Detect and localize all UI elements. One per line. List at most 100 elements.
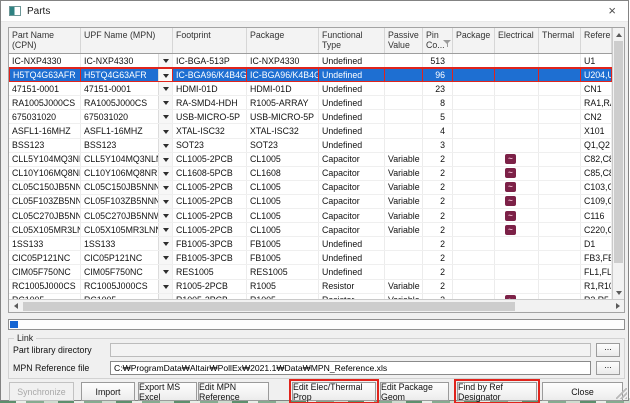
synchronize-button[interactable]: Synchronize: [9, 382, 74, 401]
column-header-cpn[interactable]: Part Name (CPN): [9, 28, 81, 53]
window-title: Parts: [27, 6, 50, 17]
cell-package: IC-BGA96/K4B4G16: [247, 69, 319, 81]
table-row[interactable]: CLL5Y104MQ3NLNCCLL5Y104MQ3NLNCCL1005-2PC…: [9, 153, 612, 167]
cell-passive: [385, 82, 423, 95]
mpn-dropdown-icon[interactable]: [158, 251, 172, 264]
horizontal-scrollbar[interactable]: [9, 299, 624, 312]
cell-pins: 4: [423, 124, 453, 137]
mpn-dropdown-icon[interactable]: [158, 294, 172, 299]
table-row[interactable]: CIC05P121NCCIC05P121NCFB1005-3PCBFB1005U…: [9, 251, 612, 265]
table-row[interactable]: ASFL1-16MHZASFL1-16MHZXTAL-ISC32XTAL-ISC…: [9, 124, 612, 138]
filter-icon[interactable]: [443, 40, 451, 48]
mpn-dropdown-icon[interactable]: [158, 265, 172, 278]
electrical-property-icon[interactable]: ~: [505, 168, 516, 178]
column-header-refs[interactable]: Referen: [581, 28, 612, 53]
cell-thermal: [539, 265, 581, 278]
column-header-package2[interactable]: Package: [453, 28, 495, 53]
scroll-down-icon[interactable]: [613, 287, 624, 299]
horizontal-scrollbar-thumb[interactable]: [23, 302, 515, 311]
electrical-property-icon[interactable]: ~: [505, 211, 516, 221]
resize-grip-icon[interactable]: [616, 388, 627, 399]
table-row[interactable]: 1SS1331SS133FB1005-3PCBFB1005Undefined2D…: [9, 237, 612, 251]
electrical-property-icon[interactable]: ~: [505, 182, 516, 192]
table-row-selected[interactable]: H5TQ4G63AFRH5TQ4G63AFRIC-BGA96/K4B4G16IC…: [9, 68, 612, 82]
mpn-dropdown-icon[interactable]: [158, 96, 172, 109]
table-row[interactable]: RC1005J000CSRC1005J000CSR1005-2PCBR1005R…: [9, 280, 612, 294]
cell-package: CL1005: [247, 195, 319, 208]
table-row[interactable]: CL05C270JB5NNWCCL05C270JB5NNWCCL1005-2PC…: [9, 209, 612, 223]
column-header-electrical[interactable]: Electrical: [495, 28, 539, 53]
mpn-dropdown-icon[interactable]: [158, 181, 172, 194]
mpn-dropdown-icon[interactable]: [158, 69, 172, 81]
vertical-scrollbar[interactable]: [612, 28, 624, 299]
mpn-dropdown-icon[interactable]: [158, 223, 172, 236]
column-header-thermal[interactable]: Thermal: [539, 28, 581, 53]
scroll-right-icon[interactable]: [612, 300, 624, 312]
cell-package2: [453, 139, 495, 152]
cell-mpn: BSS123: [81, 139, 173, 152]
cell-package: CL1608: [247, 167, 319, 180]
vertical-scrollbar-thumb[interactable]: [614, 41, 623, 263]
edit-package-geom-button[interactable]: Edit Package Geom: [380, 382, 449, 401]
mpn-dropdown-icon[interactable]: [158, 237, 172, 250]
edit-elec-thermal-prop-button[interactable]: Edit Elec/Thermal Prop: [292, 382, 376, 401]
part-library-directory-input[interactable]: [110, 343, 591, 357]
mpn-dropdown-icon[interactable]: [158, 153, 172, 166]
scroll-left-icon[interactable]: [9, 300, 21, 312]
scroll-up-icon[interactable]: [613, 28, 624, 40]
cell-cpn: 675031020: [9, 110, 81, 123]
cell-footprint: CL1608-5PCB: [173, 167, 247, 180]
table-row[interactable]: BSS123BSS123SOT23SOT23Undefined3Q1,Q2: [9, 139, 612, 153]
cell-footprint: SOT23: [173, 139, 247, 152]
export-ms-excel-button[interactable]: Export MS Excel: [138, 382, 197, 401]
cell-thermal: [539, 181, 581, 194]
electrical-property-icon[interactable]: ~: [505, 196, 516, 206]
mpn-dropdown-icon[interactable]: [158, 82, 172, 95]
mpn-dropdown-icon[interactable]: [158, 280, 172, 293]
cell-package: CL1005: [247, 181, 319, 194]
column-header-footprint[interactable]: Footprint: [173, 28, 247, 53]
electrical-property-icon[interactable]: ~: [505, 154, 516, 164]
table-row[interactable]: RA1005J000CSRA1005J000CSRA-SMD4-HDHR1005…: [9, 96, 612, 110]
cell-electrical: ~: [495, 195, 539, 208]
column-header-mpn[interactable]: UPF Name (MPN): [81, 28, 173, 53]
close-button[interactable]: Close: [542, 382, 623, 401]
column-header-functional[interactable]: Functional Type: [319, 28, 385, 53]
table-row[interactable]: 47151-000147151-0001HDMI-01DHDMI-01DUnde…: [9, 82, 612, 96]
mpn-dropdown-icon[interactable]: [158, 209, 172, 222]
mpn-dropdown-icon[interactable]: [158, 124, 172, 137]
import-button[interactable]: Import: [81, 382, 135, 401]
find-by-ref-designator-button[interactable]: Find by Ref Designator: [457, 382, 537, 401]
cell-refs: C82,C8: [581, 153, 612, 166]
electrical-property-icon[interactable]: ~: [505, 225, 516, 235]
table-row[interactable]: IC-NXP4330IC-NXP4330IC-BGA-513PIC-NXP433…: [9, 54, 612, 68]
mpn-dropdown-icon[interactable]: [158, 110, 172, 123]
mpn-reference-browse-button[interactable]: ...: [596, 361, 620, 375]
close-icon[interactable]: ×: [604, 4, 620, 18]
column-header-label: Pin Co...: [426, 30, 445, 50]
table-row[interactable]: CL05C150JB5NNNDCL05C150JB5NNNDCL1005-2PC…: [9, 181, 612, 195]
mpn-reference-file-input[interactable]: C:₩ProgramData₩Altair₩PollEx₩2021.1₩Data…: [110, 361, 591, 375]
table-row[interactable]: CL05X105MR3LNNHCL05X105MR3LNNHCL1005-2PC…: [9, 223, 612, 237]
table-row[interactable]: CL10Y106MQ8NRNCCL10Y106MQ8NRNCCL1608-5PC…: [9, 167, 612, 181]
column-header-label: Electrical: [498, 30, 534, 40]
cell-package2: [453, 54, 495, 67]
mpn-dropdown-icon[interactable]: [158, 54, 172, 67]
mpn-dropdown-icon[interactable]: [158, 167, 172, 180]
column-header-pins[interactable]: Pin Co...: [423, 28, 453, 53]
cell-package: RES1005: [247, 265, 319, 278]
edit-mpn-reference-button[interactable]: Edit MPN Reference: [198, 382, 269, 401]
parts-table: Part Name (CPN)UPF Name (MPN)FootprintPa…: [8, 27, 625, 313]
cell-functional: Capacitor: [319, 209, 385, 222]
column-header-passive[interactable]: Passive Value: [385, 28, 423, 53]
part-library-browse-button[interactable]: ...: [596, 343, 620, 357]
cell-thermal: [539, 153, 581, 166]
mpn-dropdown-icon[interactable]: [158, 139, 172, 152]
table-row[interactable]: CIM05F750NCCIM05F750NCRES1005RES1005Unde…: [9, 265, 612, 279]
table-row[interactable]: 675031020675031020USB-MICRO-5PUSB-MICRO-…: [9, 110, 612, 124]
cell-thermal: [539, 223, 581, 236]
table-row[interactable]: CL05F103ZB5NNNCCL05F103ZB5NNNCCL1005-2PC…: [9, 195, 612, 209]
cell-refs: C85,C8: [581, 167, 612, 180]
column-header-package[interactable]: Package: [247, 28, 319, 53]
mpn-dropdown-icon[interactable]: [158, 195, 172, 208]
